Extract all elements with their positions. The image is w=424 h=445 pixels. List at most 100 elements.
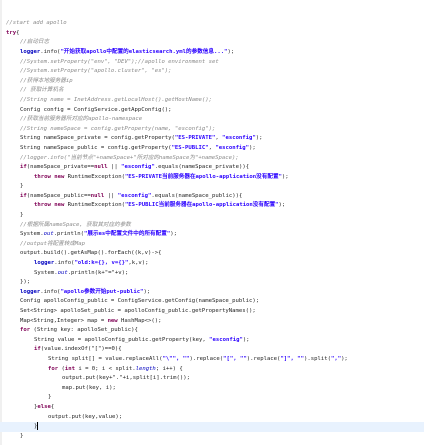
code-line[interactable]: throw new RuntimeException("ES-PRIVATE当前… bbox=[0, 173, 424, 183]
code-text: .println(k+"="+v); bbox=[67, 269, 129, 276]
code-string: "展示es中配置文件中的所有配置" bbox=[84, 231, 171, 238]
code-line[interactable]: logger.info("old:k={}, v={}",k,v); bbox=[0, 259, 424, 269]
code-line[interactable]: //start add apollo bbox=[0, 19, 424, 29]
code-line[interactable]: String split[] = value.replaceAll("\"", … bbox=[0, 355, 424, 365]
text-cursor bbox=[37, 422, 39, 431]
code-string: "ES-PRIVATE当前服务器在apollo-application没有配置" bbox=[124, 173, 282, 180]
code-line[interactable]: String value = apolloConfig_public.getPr… bbox=[0, 336, 424, 346]
code-line[interactable]: Config config = ConfigService.getAppConf… bbox=[0, 106, 424, 116]
code-text: HashMap<>(); bbox=[117, 317, 162, 324]
code-text: output.build().getAsMap().forEach((k,v)-… bbox=[20, 250, 162, 257]
code-text: (nameSpace_private== bbox=[26, 164, 95, 171]
code-line[interactable]: // 获取计算机名 bbox=[0, 86, 424, 96]
code-string: "\"", "" bbox=[162, 355, 190, 362]
code-comment: //start add apollo bbox=[6, 20, 67, 27]
code-line[interactable]: try{ bbox=[0, 29, 424, 39]
code-comment: //logger.info("当前节点"+nameSpace+"所对应的name… bbox=[20, 154, 239, 161]
code-text: .equals(nameSpace_private)){ bbox=[154, 164, 250, 171]
code-text: } bbox=[48, 394, 52, 401]
code-text: output.put(key,value); bbox=[48, 413, 123, 420]
code-keyword: if bbox=[20, 192, 27, 199]
code-text: .equals(nameSpace_public)){ bbox=[151, 192, 243, 199]
code-line[interactable]: for (String key: apolloSet_public){ bbox=[0, 326, 424, 336]
code-line[interactable]: logger.info("apollo参数开始put-public"); bbox=[0, 288, 424, 298]
code-keyword: else bbox=[37, 403, 51, 410]
code-line[interactable]: output.put(key+"."+i,split[i].trim()); bbox=[0, 374, 424, 384]
code-text: RuntimeException( bbox=[64, 202, 125, 209]
code-line[interactable]: String nameSpace_public = config.getProp… bbox=[0, 144, 424, 154]
code-text: i = 0; i < split. bbox=[74, 365, 136, 372]
code-line[interactable]: //logger.info("当前节点"+nameSpace+"所对应的name… bbox=[0, 154, 424, 164]
code-line[interactable]: String nameSpace_private = config.getPro… bbox=[0, 134, 424, 144]
code-editor[interactable]: //start add apollo try{//启动日志 logger.info(… bbox=[0, 0, 424, 445]
code-text: ); bbox=[281, 173, 289, 180]
code-text: output.put(key+"."+i,split[i].trim()); bbox=[62, 375, 190, 382]
code-line[interactable]: }); bbox=[0, 278, 424, 288]
code-text: System. bbox=[34, 269, 58, 276]
code-text: RuntimeException( bbox=[64, 173, 125, 180]
code-line[interactable]: Map<String,Integer> map = new HashMap<>(… bbox=[0, 317, 424, 327]
code-line[interactable]: //output将配置转成Map bbox=[0, 240, 424, 250]
code-line[interactable]: } bbox=[0, 422, 424, 432]
code-line[interactable]: output.put(key,value); bbox=[0, 413, 424, 423]
code-keyword: throw new bbox=[34, 173, 65, 180]
code-text: ).replace( bbox=[246, 355, 281, 362]
code-string: "开始获取apollo中配置的elasticsearch.yml的参数信息...… bbox=[60, 48, 228, 55]
code-keyword: for bbox=[20, 327, 31, 334]
code-string: "esconfig" bbox=[117, 192, 152, 199]
code-text: String nameSpace_private = config.getPro… bbox=[20, 135, 175, 142]
code-line[interactable]: } bbox=[0, 182, 424, 192]
code-field: out bbox=[43, 231, 54, 238]
code-text: ; i++) { bbox=[155, 365, 183, 372]
code-line[interactable]: //根据所属nameSpace, 获取其对应的参数 bbox=[0, 221, 424, 231]
code-text: Config config = ConfigService.getAppConf… bbox=[20, 106, 172, 113]
code-line[interactable]: output.build().getAsMap().forEach((k,v)-… bbox=[0, 249, 424, 259]
code-text: { bbox=[16, 29, 20, 36]
code-string: "apollo参数开始put-public" bbox=[60, 288, 144, 295]
code-line[interactable]: //启动日志 bbox=[0, 38, 424, 48]
code-keyword: null bbox=[90, 192, 105, 199]
code-line[interactable]: Set<String> apolloSet_public = apolloCon… bbox=[0, 307, 424, 317]
code-line[interactable]: throw new RuntimeException("ES-PUBLIC当前服… bbox=[0, 201, 424, 211]
code-text: Map<String,Integer> map = bbox=[20, 317, 108, 324]
code-comment: // 获取计算机名 bbox=[20, 87, 64, 94]
code-line[interactable]: } bbox=[0, 211, 424, 221]
code-line[interactable]: //获得本地服务器ip bbox=[0, 77, 424, 87]
code-line[interactable]: Config apolloConfig_public = ConfigServi… bbox=[0, 297, 424, 307]
code-line[interactable]: System.out.println("展示es中配置文件中的所有配置"); bbox=[0, 230, 424, 240]
code-line[interactable]: //System.setProperty("env", "DEV");//apo… bbox=[0, 58, 424, 68]
code-string: "esconfig" bbox=[121, 164, 155, 171]
code-string: "ES-PRIVATE" bbox=[174, 135, 216, 142]
code-string: "ES-PUBLIC" bbox=[171, 144, 209, 151]
code-line[interactable]: //String nameSpace = config.getProperty(… bbox=[0, 125, 424, 135]
code-text: Config apolloConfig_public = ConfigServi… bbox=[20, 298, 260, 305]
code-text: ); bbox=[170, 231, 177, 238]
code-keyword: null bbox=[94, 164, 108, 171]
code-text: ).replace( bbox=[189, 355, 224, 362]
code-text: (nameSpace_public== bbox=[26, 192, 91, 199]
code-keyword: new bbox=[107, 317, 118, 324]
code-text: || bbox=[107, 164, 122, 171]
code-keyword: for bbox=[48, 365, 59, 372]
code-logger-ref: logger bbox=[20, 288, 41, 295]
code-text: } bbox=[20, 212, 24, 219]
code-text: } bbox=[20, 432, 24, 439]
code-line[interactable]: //获取当前服务器所对应的apollo-namespace bbox=[0, 115, 424, 125]
code-comment: //String nameSpace = config.getProperty(… bbox=[20, 125, 216, 132]
code-line[interactable]: logger.info("开始获取apollo中配置的elasticsearch… bbox=[0, 48, 424, 58]
code-line[interactable]: for (int i = 0; i < split.length; i++) { bbox=[0, 365, 424, 375]
code-line[interactable]: if(nameSpace_private==null || "esconfig"… bbox=[0, 163, 424, 173]
code-line[interactable]: }else{ bbox=[0, 403, 424, 413]
code-string: "," bbox=[330, 355, 342, 362]
code-line[interactable]: if(nameSpace_public==null || "esconfig".… bbox=[0, 192, 424, 202]
code-line[interactable]: } bbox=[0, 393, 424, 403]
code-line[interactable]: map.put(key, i); bbox=[0, 384, 424, 394]
code-string: "esconfig" bbox=[215, 144, 250, 151]
code-line[interactable]: } bbox=[0, 432, 424, 442]
code-line[interactable]: System.out.println(k+"="+v); bbox=[0, 269, 424, 279]
code-line[interactable]: if(value.indexOf("[")==0){ bbox=[0, 345, 424, 355]
code-text: { bbox=[50, 403, 55, 410]
code-logger-ref: logger bbox=[34, 260, 55, 267]
code-line[interactable]: //String name = InetAddress.getLocalHost… bbox=[0, 96, 424, 106]
code-line[interactable]: //System.setProperty("apollo.cluster", "… bbox=[0, 67, 424, 77]
